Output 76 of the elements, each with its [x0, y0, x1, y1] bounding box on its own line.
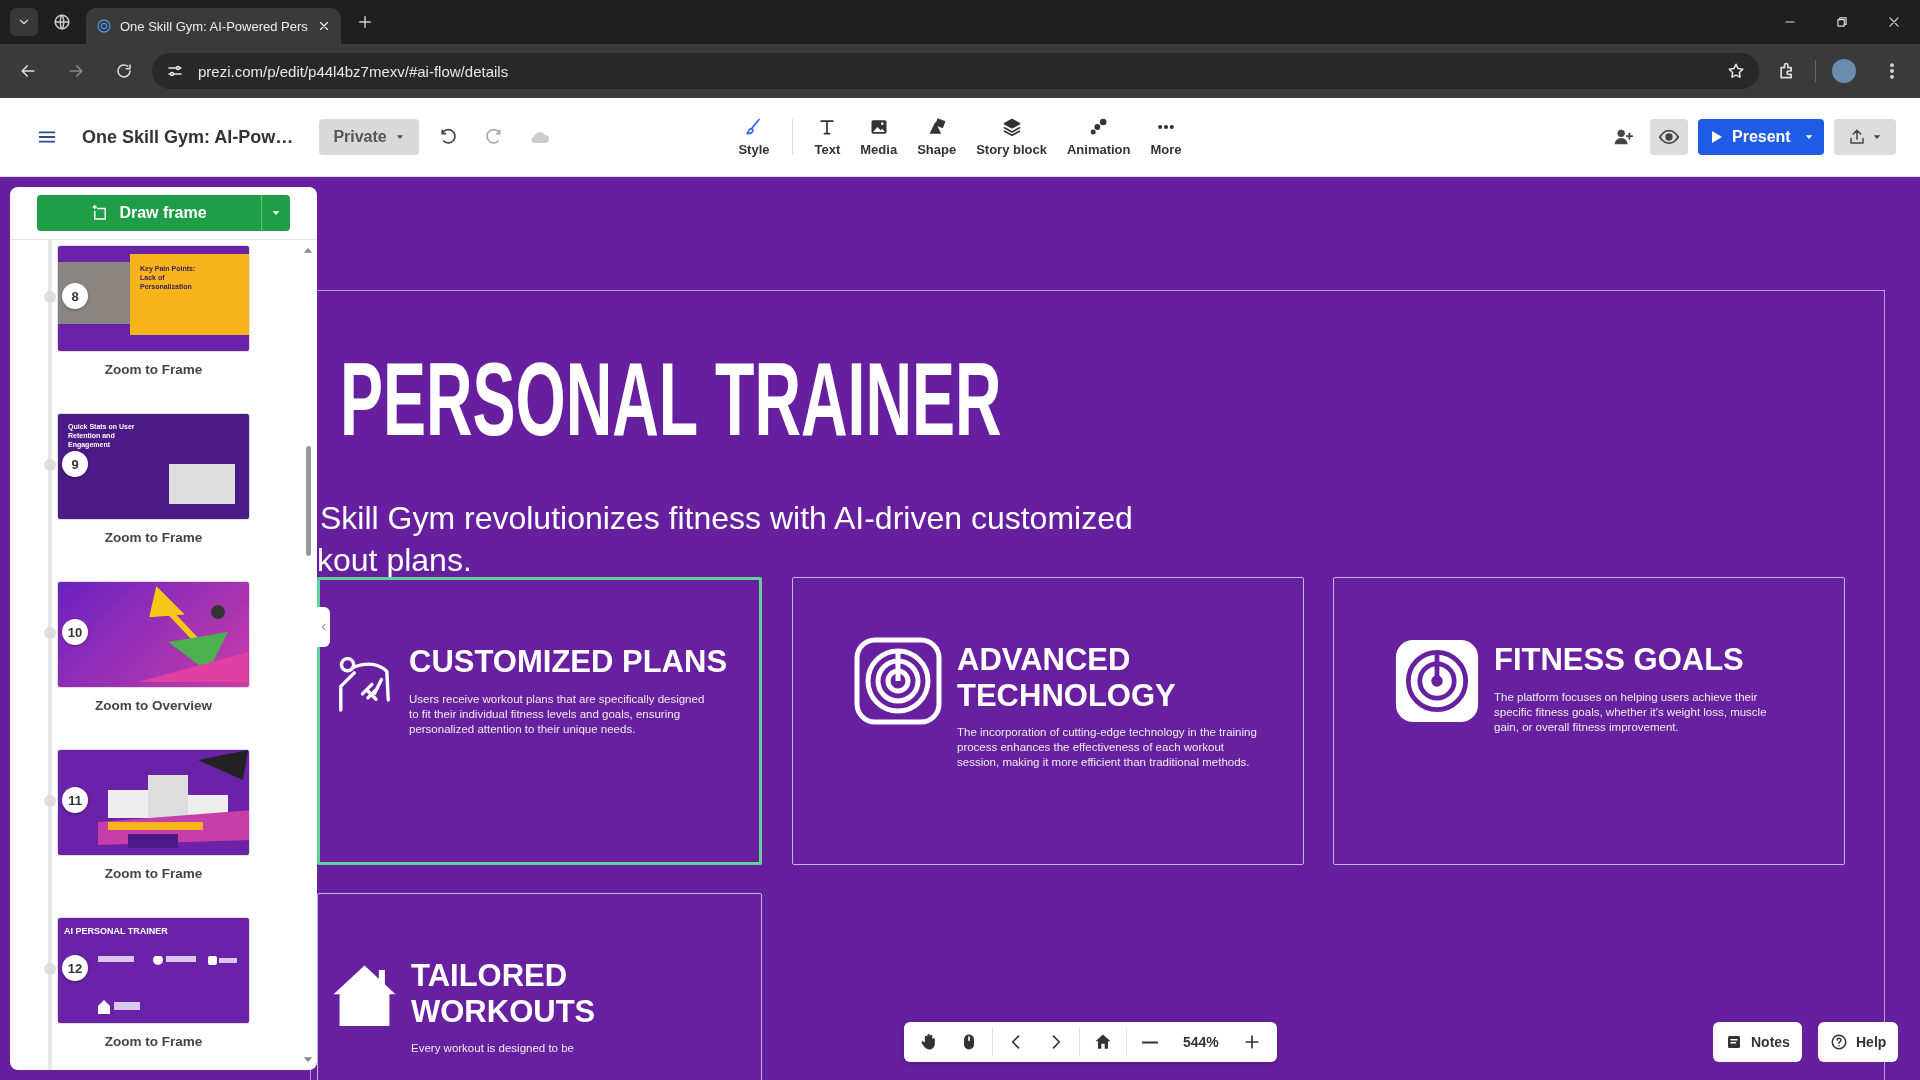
- caret-down-icon: [394, 132, 405, 142]
- minus-icon: [1142, 1040, 1158, 1044]
- favicon-icon: [96, 18, 112, 34]
- address-bar[interactable]: prezi.com/p/edit/p44l4bz7mexv/#ai-flow/details: [152, 53, 1759, 89]
- draw-frame-button[interactable]: Draw frame: [37, 195, 261, 231]
- notes-button[interactable]: Notes: [1713, 1022, 1802, 1062]
- slide-title: PERSONAL TRAINER: [340, 345, 1002, 455]
- toolbar-tool[interactable]: Shape: [909, 113, 965, 161]
- photo-placeholder: [169, 464, 235, 504]
- globe-icon[interactable]: [53, 13, 71, 31]
- preview-button[interactable]: [1650, 119, 1688, 155]
- toolbar-tool[interactable]: Animation: [1058, 113, 1139, 161]
- timeline-dot: [44, 459, 56, 471]
- presentation-title[interactable]: One Skill Gym: AI-Pow…: [82, 126, 294, 148]
- toolbar-tool[interactable]: Media: [852, 113, 906, 161]
- zoom-level: 544%: [1182, 1034, 1220, 1050]
- profile-avatar[interactable]: [1832, 59, 1856, 83]
- toolbar-tool[interactable]: Text: [806, 113, 849, 161]
- zoom-link[interactable]: Zoom to Frame: [57, 362, 250, 377]
- canvas[interactable]: [0, 177, 1920, 1080]
- share-button[interactable]: [1834, 119, 1896, 155]
- slide-subtitle: kout plans.: [317, 542, 472, 579]
- slide-thumbnail[interactable]: [57, 749, 250, 856]
- card-text: Every workout is designed to be: [411, 1041, 575, 1057]
- timeline-dot: [44, 795, 56, 807]
- animation-icon[interactable]: [1088, 117, 1109, 137]
- share-icon: [1848, 128, 1866, 146]
- redo-icon: [483, 127, 504, 147]
- zoom-link[interactable]: Zoom to Frame: [57, 1034, 250, 1049]
- star-icon[interactable]: [1727, 62, 1745, 80]
- timeline-dot: [44, 963, 56, 975]
- browser-tab[interactable]: One Skill Gym: AI-Powered Pers: [86, 8, 341, 44]
- toolbar-tool[interactable]: Story block: [968, 113, 1055, 161]
- card-text: The incorporation of cutting-edge technology in the training process enhances the effectiveness of each workout session, making it more efficient than traditional methods.: [957, 725, 1257, 771]
- present-button[interactable]: Present: [1698, 119, 1824, 155]
- card-title: ADVANCED TECHNOLOGY: [957, 642, 1177, 714]
- feature-card[interactable]: CUSTOMIZED PLANS Users receive workout plans that are specifically designed to fit their individual fitness levels and goals, ensuring personalized attention to their unique needs.: [317, 577, 762, 865]
- privacy-dropdown[interactable]: Private: [319, 119, 419, 155]
- layers-icon[interactable]: [1001, 117, 1022, 137]
- close-icon[interactable]: [317, 19, 331, 33]
- reload-icon[interactable]: [115, 62, 133, 80]
- zoom-link[interactable]: Zoom to Frame: [57, 866, 250, 881]
- thumbnail-title: AI PERSONAL TRAINER: [64, 926, 169, 938]
- card-text: The platform focuses on helping users achieve their specific fitness goals, whether it's weight loss, muscle gain, or overall fitness improvement.: [1494, 689, 1768, 735]
- home-icon: [1093, 1032, 1113, 1052]
- card-text: Users receive workout plans that are specifically designed to fit their individual fitness levels and goals, ensuring personalized attention to their unique needs.: [409, 691, 706, 737]
- slide-subtitle: Skill Gym revolutionizes fitness with AI-driven customized: [320, 500, 1133, 537]
- scroll-up-icon[interactable]: [303, 246, 313, 256]
- zoom-link[interactable]: Zoom to Overview: [57, 698, 250, 713]
- restore-icon[interactable]: [1835, 15, 1849, 29]
- caret-down-icon: [1804, 132, 1814, 142]
- scroll-down-icon[interactable]: [303, 1054, 313, 1064]
- scrollbar-thumb[interactable]: [305, 446, 311, 556]
- caret-down-icon: [1872, 132, 1882, 142]
- help-icon: [1830, 1033, 1848, 1051]
- collapse-panel-button[interactable]: [317, 607, 330, 647]
- card-title: TAILORED WORKOUTS: [411, 958, 597, 1030]
- toolbar-tool[interactable]: More: [1142, 113, 1190, 161]
- feature-card[interactable]: FITNESS GOALS The platform focuses on helping users achieve their specific fitness goals, whether it's weight loss, muscle gain, or overall fitness improvement.: [1333, 577, 1845, 865]
- plus-icon[interactable]: [356, 13, 374, 31]
- timeline-dot: [44, 627, 56, 639]
- feature-card[interactable]: TAILORED WORKOUTS Every workout is designed to be: [317, 893, 762, 1080]
- help-button[interactable]: Help: [1818, 1022, 1899, 1062]
- card-title: CUSTOMIZED PLANS: [409, 644, 729, 680]
- tab-list-button[interactable]: [10, 8, 38, 36]
- caret-down-icon: [271, 208, 281, 218]
- zoom-link[interactable]: Zoom to Frame: [57, 530, 250, 545]
- close-icon[interactable]: [1887, 15, 1901, 29]
- target-icon: [853, 636, 943, 726]
- timeline-dot: [44, 291, 56, 303]
- photo-placeholder: [58, 262, 130, 324]
- notes-icon: [1725, 1033, 1743, 1051]
- feature-card[interactable]: ADVANCED TECHNOLOGY The incorporation of cutting-edge technology in the training process enhances the effectiveness of each workout session, making it more efficient than traditional methods.: [792, 577, 1304, 865]
- card-title: FITNESS GOALS: [1494, 642, 1745, 678]
- slide-thumbnail[interactable]: [57, 581, 250, 688]
- toolbar-tool[interactable]: Style: [730, 113, 778, 161]
